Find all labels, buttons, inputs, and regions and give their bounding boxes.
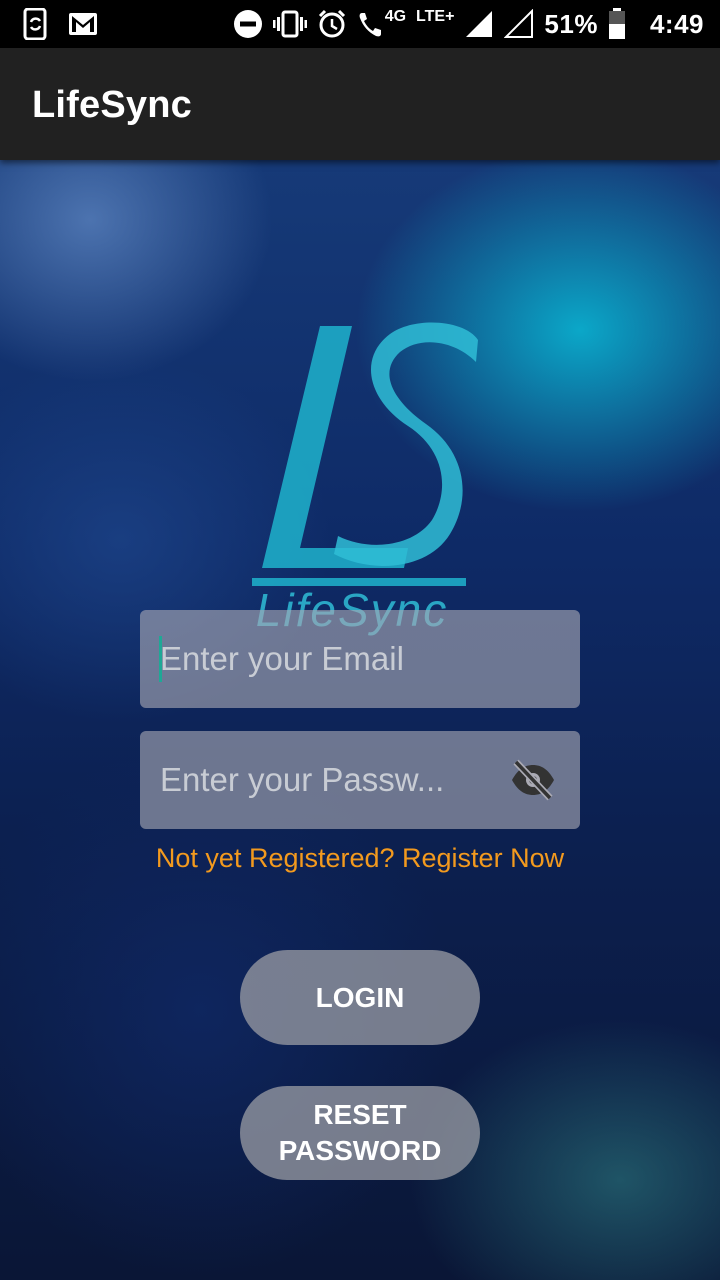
reset-button-label-line1: RESET [313,1099,407,1130]
status-bar: 4G LTE+ 51% 4:49 [0,0,720,48]
password-field-container[interactable] [140,731,580,829]
register-link[interactable]: Not yet Registered? Register Now [0,843,720,874]
app-title: LifeSync [32,84,192,126]
eye-off-icon[interactable] [510,759,556,801]
battery-icon [608,8,626,40]
lte-label: LTE+ [416,8,455,25]
reset-button-label-line2: PASSWORD [278,1135,442,1166]
network-type-label: 4G [384,8,407,25]
lifesync-logo: LifeSync [240,320,480,640]
login-button[interactable]: LOGIN [240,950,480,1045]
app-bar: LifeSync [0,48,720,160]
battery-percent: 51% [544,8,598,39]
alarm-icon [317,9,347,39]
phone-sync-icon [22,8,50,40]
signal-full-icon [464,9,494,39]
login-button-label: LOGIN [315,981,405,1013]
clock: 4:49 [649,8,704,39]
vibrate-icon [272,9,307,39]
wifi-calling-icon [357,9,385,39]
do-not-disturb-icon [233,9,263,39]
email-input[interactable] [160,610,490,708]
email-field-container[interactable] [140,610,580,708]
password-input[interactable] [160,731,490,829]
signal-empty-icon [504,9,534,39]
gmail-icon [68,12,98,36]
reset-password-button[interactable]: RESET PASSWORD [240,1086,480,1180]
